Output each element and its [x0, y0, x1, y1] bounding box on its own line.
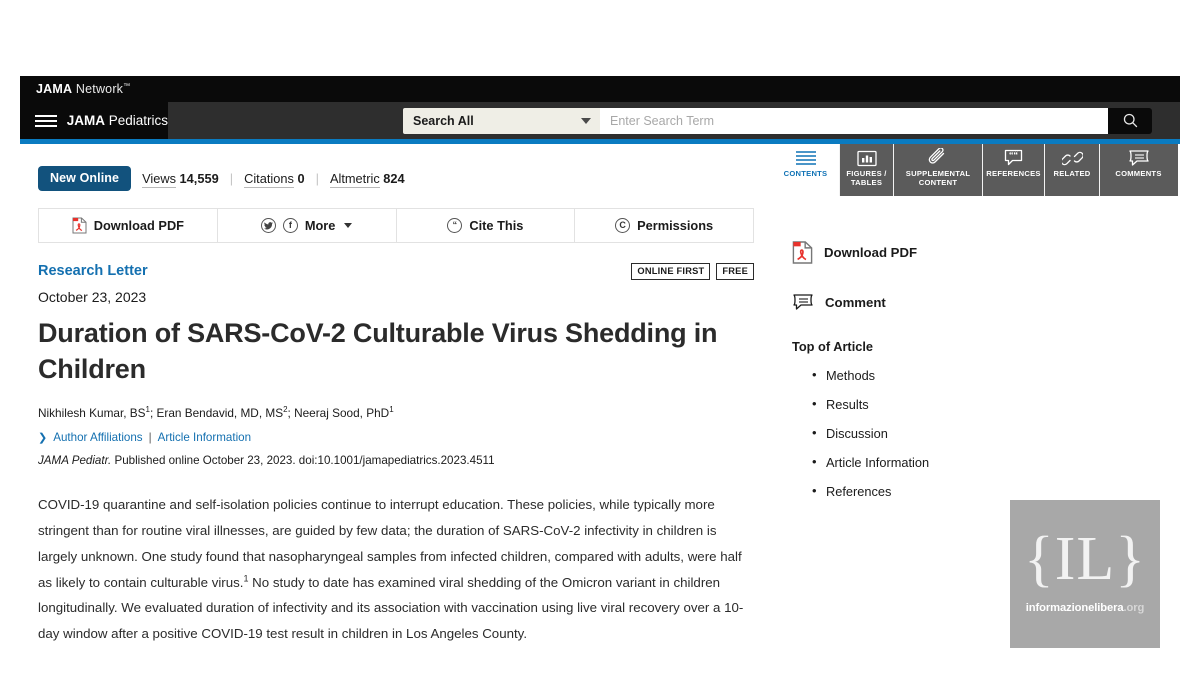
quote-bubble-icon: ““: [1004, 148, 1023, 168]
quote-icon: “: [447, 218, 463, 233]
bar-chart-icon: [856, 148, 877, 168]
toc-list: Methods Results Discussion Article Infor…: [812, 367, 1178, 499]
toc-item-methods[interactable]: Methods: [812, 367, 1178, 383]
sidebar-download-pdf-label: Download PDF: [824, 245, 918, 260]
watermark-overlay: {IL} informazionelibera.org: [1010, 500, 1160, 648]
metric-separator-2: |: [315, 171, 319, 186]
citation-line: JAMA Pediatr. Published online October 2…: [38, 453, 495, 467]
article-flags: ONLINE FIRST FREE: [631, 263, 754, 280]
toc-item-results[interactable]: Results: [812, 396, 1178, 412]
tab-supplemental-content-label: SUPPLEMENTAL CONTENT: [905, 169, 971, 187]
tab-comments-label: COMMENTS: [1115, 169, 1162, 178]
toc-item-article-information[interactable]: Article Information: [812, 454, 1178, 470]
publication-date: October 23, 2023: [38, 288, 147, 305]
toc-item-references[interactable]: References: [812, 483, 1178, 499]
tab-comments[interactable]: COMMENTS: [1100, 144, 1177, 196]
download-pdf-label: Download PDF: [93, 218, 185, 233]
paperclip-icon: [927, 148, 949, 168]
article-information-link[interactable]: Article Information: [158, 431, 251, 444]
toc-heading[interactable]: Top of Article: [792, 339, 1178, 354]
chevron-down-icon: [581, 117, 591, 124]
jama-network-logo[interactable]: JAMA Network™: [20, 82, 130, 96]
search-scope-dropdown[interactable]: Search All: [403, 107, 600, 134]
views-value: 14,559: [179, 171, 219, 186]
tab-figures-tables-label: FIGURES / TABLES: [846, 169, 887, 187]
more-share-button[interactable]: f More: [218, 209, 397, 242]
views-label: Views: [142, 171, 176, 188]
download-pdf-button[interactable]: Download PDF: [39, 209, 218, 242]
search-input[interactable]: [600, 107, 1108, 134]
copyright-icon: C: [615, 218, 631, 233]
article-main-column: New Online Views 14,559 | Citations 0 | …: [20, 144, 772, 641]
article-body-paragraph: COVID-19 quarantine and self-isolation p…: [38, 496, 744, 642]
article-meta-links: ❯ Author Affiliations | Article Informat…: [38, 431, 772, 444]
permissions-button[interactable]: C Permissions: [575, 209, 753, 242]
twitter-icon[interactable]: [260, 218, 276, 233]
chevron-down-icon-more: [344, 223, 353, 228]
comment-bubble-icon-sidebar: [793, 294, 813, 310]
article-type-link[interactable]: Research Letter: [38, 263, 148, 279]
jama-article-page: JAMA Network™ JAMA Pediatrics Search All: [0, 0, 1200, 690]
watermark-tld: .org: [1123, 602, 1145, 614]
metric-separator: |: [229, 171, 234, 186]
permissions-label: Permissions: [637, 218, 714, 233]
sidebar-comment-label: Comment: [825, 294, 886, 310]
sidebar-tab-bar: CONTENTS FIGURES / TABLES SUPPLEMENTAL C…: [772, 144, 1178, 196]
tab-related[interactable]: RELATED: [1045, 144, 1100, 196]
more-label: More: [304, 218, 336, 233]
chevron-right-icon: ❯: [38, 431, 48, 444]
citations-value: 0: [297, 171, 305, 186]
author-list: Nikhilesh Kumar, BS1; Eran Bendavid, MD,…: [38, 404, 394, 420]
main-nav-bar: JAMA Pediatrics Search All: [20, 102, 1180, 139]
cite-this-label: Cite This: [469, 218, 524, 233]
altmetric-label: Altmetric: [329, 171, 380, 188]
citations-metric[interactable]: Citations 0: [244, 171, 305, 188]
page-title: Duration of SARS-CoV-2 Culturable Virus …: [38, 317, 718, 384]
sidebar-comment[interactable]: Comment: [792, 293, 1178, 311]
sidebar-download-pdf[interactable]: Download PDF: [792, 240, 1178, 265]
links-separator: |: [148, 430, 152, 444]
article-type-row: Research Letter ONLINE FIRST FREE: [38, 263, 754, 280]
citations-label: Citations: [244, 171, 294, 188]
facebook-icon[interactable]: f: [282, 218, 298, 233]
tab-contents[interactable]: CONTENTS: [772, 144, 840, 196]
watermark-text: informazionelibera.org: [1025, 602, 1145, 614]
watermark-mark: {IL}: [1023, 525, 1147, 593]
altmetric-metric[interactable]: Altmetric 824: [329, 171, 405, 188]
journal-title-logo: JAMA Pediatrics: [67, 113, 168, 128]
search-submit-button[interactable]: [1108, 107, 1152, 134]
journal-brand-block[interactable]: JAMA Pediatrics: [20, 102, 168, 139]
online-first-flag: ONLINE FIRST: [631, 263, 711, 280]
tab-references-label: REFERENCES: [986, 169, 1041, 178]
tab-supplemental-content[interactable]: SUPPLEMENTAL CONTENT: [894, 144, 983, 196]
comment-bubble-icon: [1128, 148, 1150, 168]
altmetric-value: 824: [383, 171, 405, 186]
cite-this-button[interactable]: “ Cite This: [397, 209, 576, 242]
search-scope-label: Search All: [413, 113, 474, 128]
link-chain-icon: [1061, 148, 1083, 168]
metrics-bar: New Online Views 14,559 | Citations 0 | …: [20, 144, 772, 191]
tab-related-label: RELATED: [1053, 169, 1091, 178]
network-utility-bar: JAMA Network™: [20, 76, 1180, 102]
pdf-icon: [72, 217, 87, 234]
author-affiliations-link[interactable]: Author Affiliations: [53, 431, 142, 444]
tab-references[interactable]: ““ REFERENCES: [983, 144, 1045, 196]
watermark-name: informazionelibera: [1025, 602, 1124, 614]
status-badge: New Online: [38, 166, 132, 191]
article-action-toolbar: Download PDF f More “ Cite This C Permis…: [38, 208, 754, 243]
tab-figures-tables[interactable]: FIGURES / TABLES: [840, 144, 894, 196]
contents-lines-icon: [795, 148, 817, 168]
toc-item-discussion[interactable]: Discussion: [812, 425, 1178, 441]
free-flag: FREE: [716, 263, 754, 280]
tab-contents-label: CONTENTS: [783, 169, 828, 178]
hamburger-icon[interactable]: [35, 114, 57, 127]
views-metric[interactable]: Views 14,559: [142, 171, 219, 188]
journal-logo-bold: JAMA: [66, 113, 105, 128]
search-bar: Search All: [403, 107, 1152, 134]
journal-logo-rest: Pediatrics: [104, 113, 168, 128]
pdf-icon-sidebar: [792, 241, 813, 264]
svg-text:““: ““: [1009, 150, 1019, 160]
search-icon: [1123, 113, 1137, 128]
